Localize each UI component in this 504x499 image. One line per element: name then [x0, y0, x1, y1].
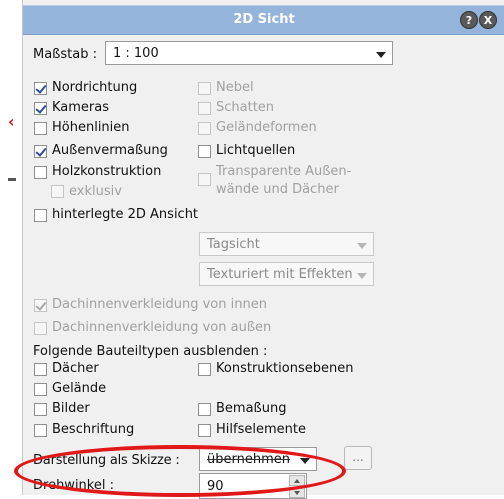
- label-exklusiv: exklusiv: [69, 184, 122, 199]
- dialog-2d-sicht: 2D Sicht ? X Maßstab : 1 : 100 Nordricht…: [22, 0, 504, 499]
- label-transparente-line1: Transparente Außen-: [216, 164, 352, 179]
- label-hoehenlinien: Höhenlinien: [52, 120, 130, 135]
- label-dach-innen: Dachinnenverkleidung von innen: [52, 297, 267, 312]
- view-mode-value: Tagsicht: [207, 237, 260, 252]
- label-gelaende: Gelände: [52, 381, 107, 396]
- view-mode-dropdown[interactable]: Tagsicht: [199, 232, 374, 256]
- close-icon[interactable]: X: [479, 11, 497, 29]
- label-bemassung: Bemaßung: [216, 401, 287, 416]
- chevron-down-icon: [357, 273, 367, 279]
- label-kameras: Kameras: [52, 100, 110, 115]
- annotation-ellipse: [14, 445, 346, 497]
- background-window-edge: ‹: [0, 0, 24, 495]
- label-aussenvermassung: Außenvermaßung: [52, 143, 168, 158]
- background-dash: [8, 178, 16, 181]
- checkbox-exklusiv[interactable]: [51, 185, 64, 198]
- checkbox-dach-innen[interactable]: [34, 299, 47, 312]
- massstab-label: Maßstab :: [33, 47, 97, 62]
- label-daecher: Dächer: [52, 361, 99, 376]
- checkbox-transparente-aussenwaende[interactable]: [198, 173, 211, 186]
- title-bar[interactable]: 2D Sicht ? X: [23, 5, 504, 35]
- label-nebel: Nebel: [216, 80, 254, 95]
- texture-value: Texturiert mit Effekten: [207, 267, 353, 282]
- massstab-value: 1 : 100: [113, 46, 159, 61]
- label-holzkonstruktion: Holzkonstruktion: [52, 164, 162, 179]
- checkbox-hilfselemente[interactable]: [198, 424, 211, 437]
- label-transparente-line2: wände und Dächer: [216, 182, 339, 197]
- help-icon[interactable]: ?: [460, 11, 478, 29]
- label-konstruktionsebenen: Konstruktionsebenen: [216, 361, 354, 376]
- chevron-down-icon: [357, 243, 367, 249]
- label-hilfselemente: Hilfselemente: [216, 422, 306, 437]
- checkbox-lichtquellen[interactable]: [198, 145, 211, 158]
- chevron-down-icon: [376, 52, 386, 58]
- label-lichtquellen: Lichtquellen: [216, 143, 296, 158]
- label-nordrichtung: Nordrichtung: [52, 80, 138, 95]
- label-dach-aussen: Dachinnenverkleidung von außen: [52, 320, 272, 335]
- checkbox-konstruktionsebenen[interactable]: [198, 363, 211, 376]
- checkbox-bemassung[interactable]: [198, 403, 211, 416]
- checkbox-schatten[interactable]: [198, 102, 211, 115]
- checkbox-holzkonstruktion[interactable]: [34, 166, 47, 179]
- checkbox-bilder[interactable]: [34, 403, 47, 416]
- massstab-dropdown[interactable]: 1 : 100: [105, 41, 393, 65]
- hide-section-heading: Folgende Bauteiltypen ausblenden :: [33, 344, 268, 359]
- checkbox-dach-aussen[interactable]: [34, 322, 47, 335]
- texture-dropdown[interactable]: Texturiert mit Effekten: [199, 262, 374, 286]
- checkbox-nordrichtung[interactable]: [34, 82, 47, 95]
- checkbox-gelaende[interactable]: [34, 383, 47, 396]
- checkbox-hinterlegte-2d-ansicht[interactable]: [34, 209, 47, 222]
- dialog-title: 2D Sicht: [233, 12, 295, 27]
- checkbox-kameras[interactable]: [34, 102, 47, 115]
- label-gelaendeformen: Geländeformen: [216, 120, 317, 135]
- label-bilder: Bilder: [52, 401, 90, 416]
- checkbox-beschriftung[interactable]: [34, 424, 47, 437]
- label-schatten: Schatten: [216, 100, 275, 115]
- label-hinterlegte-2d-ansicht: hinterlegte 2D Ansicht: [52, 207, 199, 222]
- checkbox-nebel[interactable]: [198, 82, 211, 95]
- checkbox-daecher[interactable]: [34, 363, 47, 376]
- label-beschriftung: Beschriftung: [52, 422, 135, 437]
- background-red-mark: ‹: [8, 112, 15, 131]
- checkbox-hoehenlinien[interactable]: [34, 122, 47, 135]
- checkbox-aussenvermassung[interactable]: [34, 145, 47, 158]
- skizze-more-button[interactable]: ...: [344, 446, 372, 470]
- checkbox-gelaendeformen[interactable]: [198, 122, 211, 135]
